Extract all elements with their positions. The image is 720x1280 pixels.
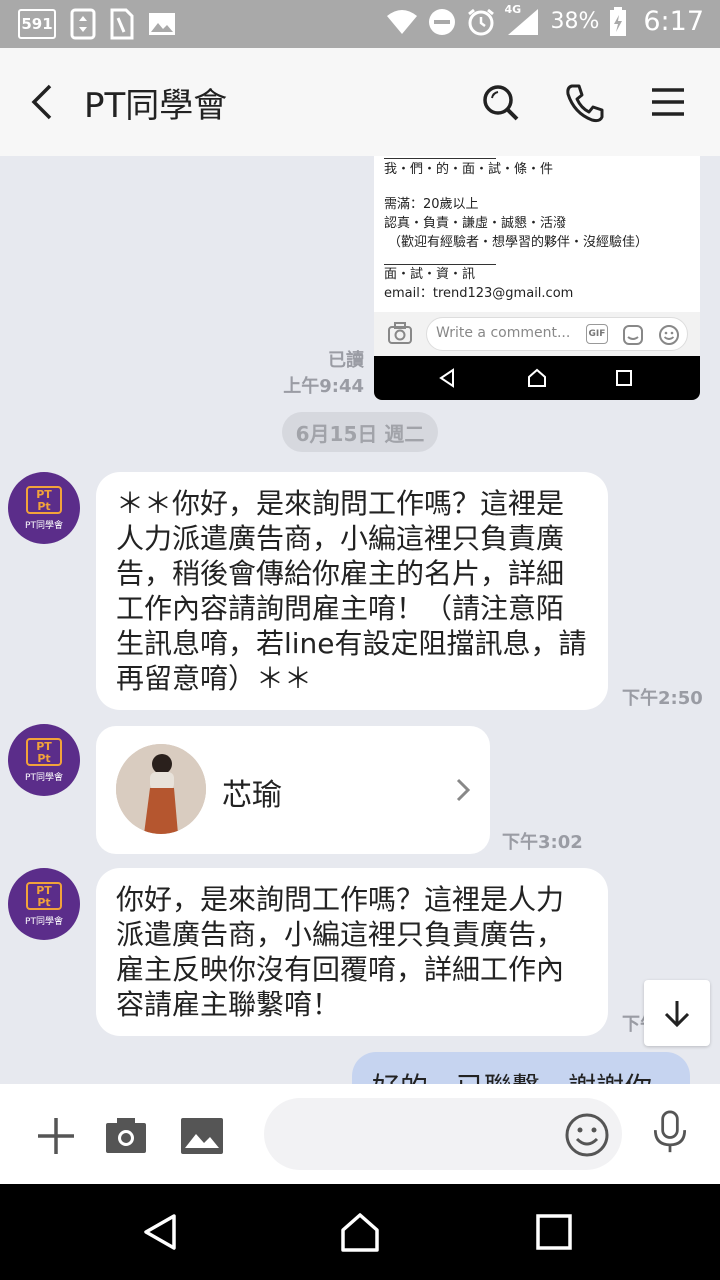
message-time: 下午3:02 — [502, 832, 583, 853]
scroll-to-bottom-button[interactable] — [644, 980, 710, 1046]
chat-title: PT同學會 — [84, 86, 228, 126]
image-message-content: 我・們・的・面・試・條・件 需滿：20歲以上 認真・負責・謙虛・誠懇・活潑 （歡… — [374, 158, 700, 303]
image-line: 認真・負責・謙虛・誠懇・活潑 — [384, 216, 567, 231]
gallery-notification-icon — [149, 13, 175, 35]
image-icon[interactable] — [180, 1114, 224, 1158]
arrow-down-icon — [664, 1001, 690, 1028]
recents-icon — [616, 370, 632, 386]
search-icon[interactable] — [478, 78, 522, 126]
message-time: 下午2:50 — [622, 688, 703, 709]
avatar[interactable]: PT Pt PT同學會 — [8, 472, 80, 544]
message-bubble[interactable]: ＊＊你好，是來詢問工作嗎？這裡是人力派遣廣告商，小編這裡只負責廣告，稍後會傳給你… — [96, 472, 608, 710]
system-nav-bar — [0, 1184, 720, 1280]
camera-icon[interactable] — [104, 1114, 148, 1158]
back-icon[interactable] — [22, 78, 62, 126]
phone-icon[interactable] — [562, 78, 606, 126]
mic-icon[interactable] — [648, 1110, 692, 1154]
back-triangle-icon — [439, 368, 454, 388]
image-line: email：trend123@gmail.com — [384, 286, 574, 301]
message-text: 好的，已聯繫，謝謝你 — [372, 1071, 652, 1084]
contact-card[interactable]: 芯瑜 — [96, 726, 490, 854]
contact-name: 芯瑜 — [222, 778, 282, 813]
my-message-bubble[interactable]: 好的，已聯繫，謝謝你 — [352, 1052, 690, 1084]
battery-icon — [610, 6, 627, 36]
sticker-icon — [623, 325, 643, 345]
input-bar — [0, 1084, 720, 1184]
read-receipt: 已讀 上午9:44 — [283, 348, 364, 400]
divider — [384, 158, 496, 159]
battery-percent: 38% — [550, 9, 600, 34]
wifi-icon — [387, 9, 418, 34]
message-text: 你好，是來詢問工作嗎？這裡是人力派遣廣告商，小編這裡只負責廣告，雇主反映你沒有回… — [116, 883, 565, 1021]
image-message[interactable]: 我・們・的・面・試・條・件 需滿：20歲以上 認真・負責・謙虛・誠懇・活潑 （歡… — [374, 156, 700, 400]
alarm-icon — [468, 8, 495, 35]
chevron-right-icon — [456, 778, 471, 802]
notification-badge: 591 — [18, 9, 56, 39]
contact-photo — [116, 744, 206, 834]
message-time: 上午9:44 — [283, 376, 364, 397]
message-text: ＊＊你好，是來詢問工作嗎？這裡是人力派遣廣告商，小編這裡只負責廣告，稍後會傳給你… — [116, 487, 587, 695]
image-line: （歡迎有經驗者・想學習的夥伴・沒經驗佳） — [388, 235, 649, 250]
home-icon[interactable] — [340, 1212, 380, 1252]
data-transfer-icon — [70, 8, 96, 40]
image-line: 我・們・的・面・試・條・件 — [384, 162, 554, 177]
chat-header: PT同學會 — [0, 48, 720, 156]
status-bar: 591 4G 38% 6:17 — [0, 0, 720, 48]
back-triangle-icon[interactable] — [140, 1212, 180, 1252]
plus-icon[interactable] — [34, 1114, 78, 1158]
sim-card-icon — [110, 8, 134, 40]
avatar-logo: PT Pt — [26, 738, 62, 766]
emoji-icon — [659, 325, 679, 345]
image-comment-bar: Write a comment... GIF — [374, 312, 700, 356]
camera-icon — [388, 322, 412, 344]
home-icon — [528, 368, 546, 387]
clock: 6:17 — [643, 6, 704, 37]
gif-icon: GIF — [586, 324, 608, 344]
avatar-name: PT同學會 — [25, 917, 63, 927]
menu-icon[interactable] — [646, 78, 690, 126]
avatar-logo: PT Pt — [26, 882, 62, 910]
avatar[interactable]: PT Pt PT同學會 — [8, 868, 80, 940]
avatar-name: PT同學會 — [25, 521, 63, 531]
date-separator: 6月15日 週二 — [282, 412, 438, 452]
emoji-icon[interactable] — [564, 1112, 610, 1158]
image-line: 面・試・資・訊 — [384, 267, 476, 282]
avatar[interactable]: PT Pt PT同學會 — [8, 724, 80, 796]
avatar-name: PT同學會 — [25, 773, 63, 783]
avatar-logo: PT Pt — [26, 486, 62, 514]
chat-area[interactable]: 我・們・的・面・試・條・件 需滿：20歲以上 認真・負責・謙虛・誠懇・活潑 （歡… — [0, 156, 720, 1084]
do-not-disturb-icon — [429, 8, 456, 35]
recents-icon[interactable] — [534, 1212, 574, 1252]
signal-icon — [508, 8, 539, 35]
read-label: 已讀 — [328, 350, 364, 371]
message-bubble[interactable]: 你好，是來詢問工作嗎？這裡是人力派遣廣告商，小編這裡只負責廣告，雇主反映你沒有回… — [96, 868, 608, 1036]
image-line: 需滿：20歲以上 — [384, 197, 479, 212]
comment-placeholder: Write a comment... — [436, 325, 571, 341]
image-nav-bar — [374, 356, 700, 400]
